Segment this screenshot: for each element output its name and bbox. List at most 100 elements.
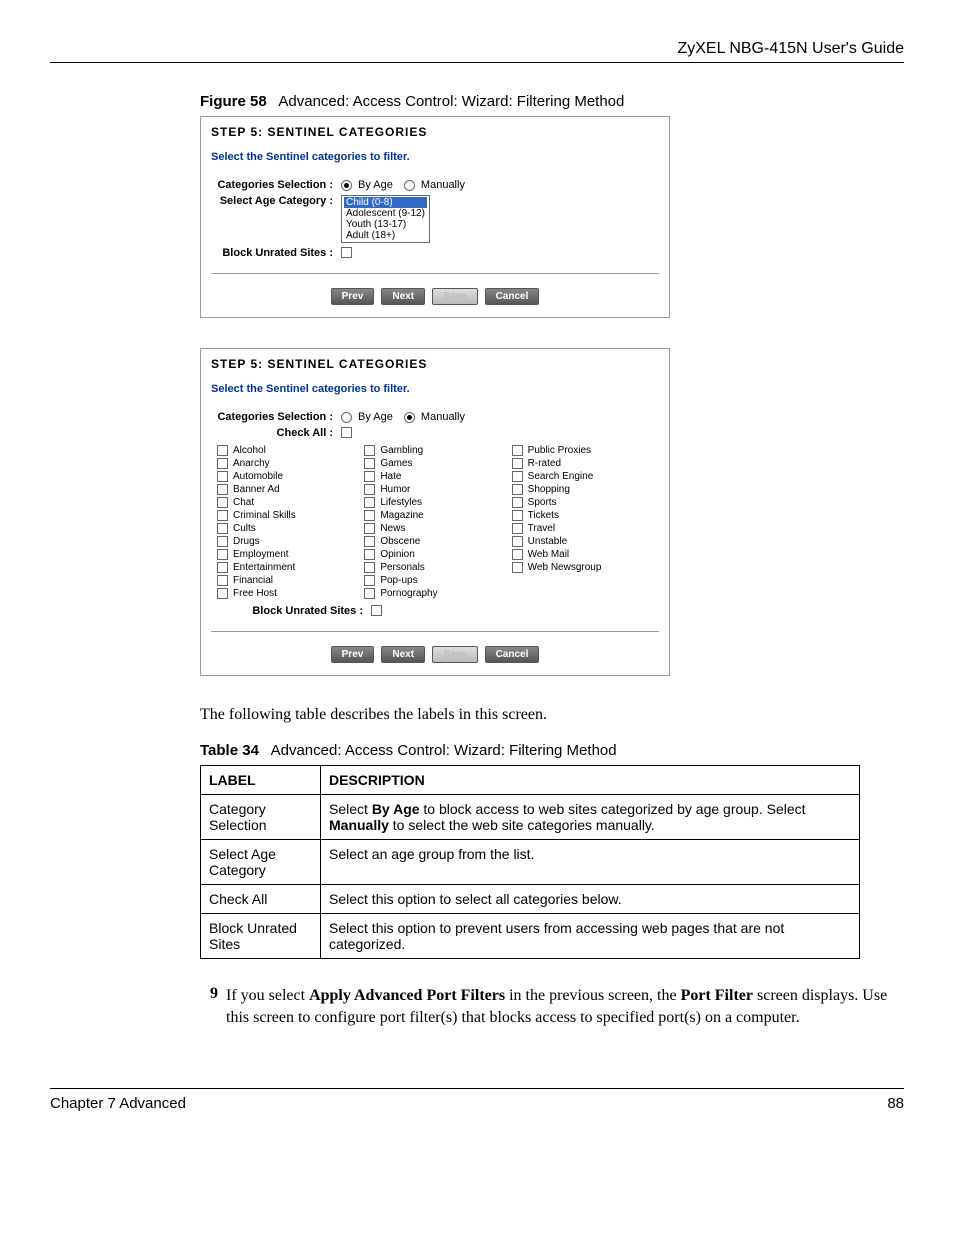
category-checkbox[interactable] [364, 510, 375, 521]
category-item: Criminal Skills [217, 510, 358, 521]
category-item [512, 575, 653, 586]
category-label: Shopping [528, 484, 570, 495]
category-item: Cults [217, 523, 358, 534]
cancel-button-2[interactable]: Cancel [485, 646, 540, 663]
category-checkbox[interactable] [364, 562, 375, 573]
radio-manually[interactable] [404, 180, 415, 191]
radio-by-age[interactable] [341, 180, 352, 191]
category-label: R-rated [528, 458, 561, 469]
category-label: Pornography [380, 588, 437, 599]
category-item: Travel [512, 523, 653, 534]
category-checkbox[interactable] [512, 562, 523, 573]
panel1-subtitle: Select the Sentinel categories to filter… [201, 147, 669, 177]
category-checkbox[interactable] [364, 445, 375, 456]
category-checkbox[interactable] [217, 562, 228, 573]
divider [211, 273, 659, 274]
category-label: Unstable [528, 536, 567, 547]
age-opt-1[interactable]: Adolescent (9-12) [344, 208, 427, 219]
panel-by-age: STEP 5: SENTINEL CATEGORIES Select the S… [200, 116, 670, 318]
prev-button[interactable]: Prev [331, 288, 375, 305]
age-opt-2[interactable]: Youth (13-17) [344, 219, 427, 230]
cell-label: Category Selection [201, 795, 321, 840]
category-checkbox[interactable] [217, 536, 228, 547]
category-item: Public Proxies [512, 445, 653, 456]
radio-by-age-2[interactable] [341, 412, 352, 423]
category-label: Entertainment [233, 562, 295, 573]
category-checkbox[interactable] [512, 510, 523, 521]
step-body: If you select Apply Advanced Port Filter… [226, 985, 904, 1028]
category-checkbox[interactable] [217, 523, 228, 534]
checkbox-block-unrated-2[interactable] [371, 605, 382, 616]
next-button-2[interactable]: Next [381, 646, 425, 663]
category-label: Opinion [380, 549, 414, 560]
category-checkbox[interactable] [512, 445, 523, 456]
category-checkbox[interactable] [364, 484, 375, 495]
category-item: Pornography [364, 588, 505, 599]
category-checkbox[interactable] [512, 497, 523, 508]
category-checkbox[interactable] [217, 510, 228, 521]
category-label: Tickets [528, 510, 559, 521]
save-button[interactable]: Save [432, 288, 477, 305]
checkbox-block-unrated-1[interactable] [341, 247, 352, 258]
table-title: Advanced: Access Control: Wizard: Filter… [271, 742, 617, 759]
category-checkbox[interactable] [364, 575, 375, 586]
table-row: Category Selection Select By Age to bloc… [201, 795, 860, 840]
category-checkbox[interactable] [217, 588, 228, 599]
prev-button-2[interactable]: Prev [331, 646, 375, 663]
category-checkbox[interactable] [512, 523, 523, 534]
category-checkbox[interactable] [364, 549, 375, 560]
category-label: Banner Ad [233, 484, 280, 495]
category-item: Entertainment [217, 562, 358, 573]
footer-page: 88 [887, 1095, 904, 1112]
label-block-unrated-2: Block Unrated Sites : [211, 605, 371, 617]
age-opt-3[interactable]: Adult (18+) [344, 230, 427, 241]
body-text: The following table describes the labels… [200, 706, 904, 724]
category-item: Alcohol [217, 445, 358, 456]
category-item: Financial [217, 575, 358, 586]
category-checkbox[interactable] [217, 549, 228, 560]
category-checkbox[interactable] [217, 458, 228, 469]
category-checkbox[interactable] [364, 471, 375, 482]
category-label: Hate [380, 471, 401, 482]
category-item: Chat [217, 497, 358, 508]
category-checkbox[interactable] [364, 588, 375, 599]
category-checkbox[interactable] [364, 523, 375, 534]
category-checkbox[interactable] [217, 471, 228, 482]
step-number: 9 [200, 985, 226, 1028]
select-age-category[interactable]: Child (0-8) Adolescent (9-12) Youth (13-… [341, 195, 430, 243]
category-checkbox[interactable] [217, 484, 228, 495]
label-age-cat: Select Age Category : [211, 195, 341, 207]
category-item: Banner Ad [217, 484, 358, 495]
category-checkbox[interactable] [512, 536, 523, 547]
category-label: Games [380, 458, 412, 469]
checkbox-check-all[interactable] [341, 427, 352, 438]
cancel-button[interactable]: Cancel [485, 288, 540, 305]
category-label: Pop-ups [380, 575, 417, 586]
category-checkbox[interactable] [512, 471, 523, 482]
category-label: Public Proxies [528, 445, 591, 456]
category-checkbox[interactable] [512, 458, 523, 469]
category-checkbox[interactable] [217, 575, 228, 586]
radio-by-age-label-2: By Age [358, 411, 393, 423]
panel1-title: STEP 5: SENTINEL CATEGORIES [201, 117, 669, 147]
category-item: R-rated [512, 458, 653, 469]
save-button-2[interactable]: Save [432, 646, 477, 663]
category-checkbox[interactable] [364, 497, 375, 508]
category-checkbox[interactable] [512, 549, 523, 560]
category-item: Unstable [512, 536, 653, 547]
category-checkbox[interactable] [364, 536, 375, 547]
category-label: Web Newsgroup [528, 562, 602, 573]
age-opt-0[interactable]: Child (0-8) [344, 197, 427, 208]
category-checkbox[interactable] [217, 445, 228, 456]
category-checkbox[interactable] [512, 484, 523, 495]
category-item: Anarchy [217, 458, 358, 469]
category-checkbox[interactable] [364, 458, 375, 469]
category-item: Magazine [364, 510, 505, 521]
radio-manually-2[interactable] [404, 412, 415, 423]
next-button[interactable]: Next [381, 288, 425, 305]
category-checkbox[interactable] [217, 497, 228, 508]
category-label: Alcohol [233, 445, 266, 456]
figure-label: Figure 58 [200, 93, 267, 110]
category-label: Free Host [233, 588, 277, 599]
step-9: 9 If you select Apply Advanced Port Filt… [200, 985, 904, 1028]
